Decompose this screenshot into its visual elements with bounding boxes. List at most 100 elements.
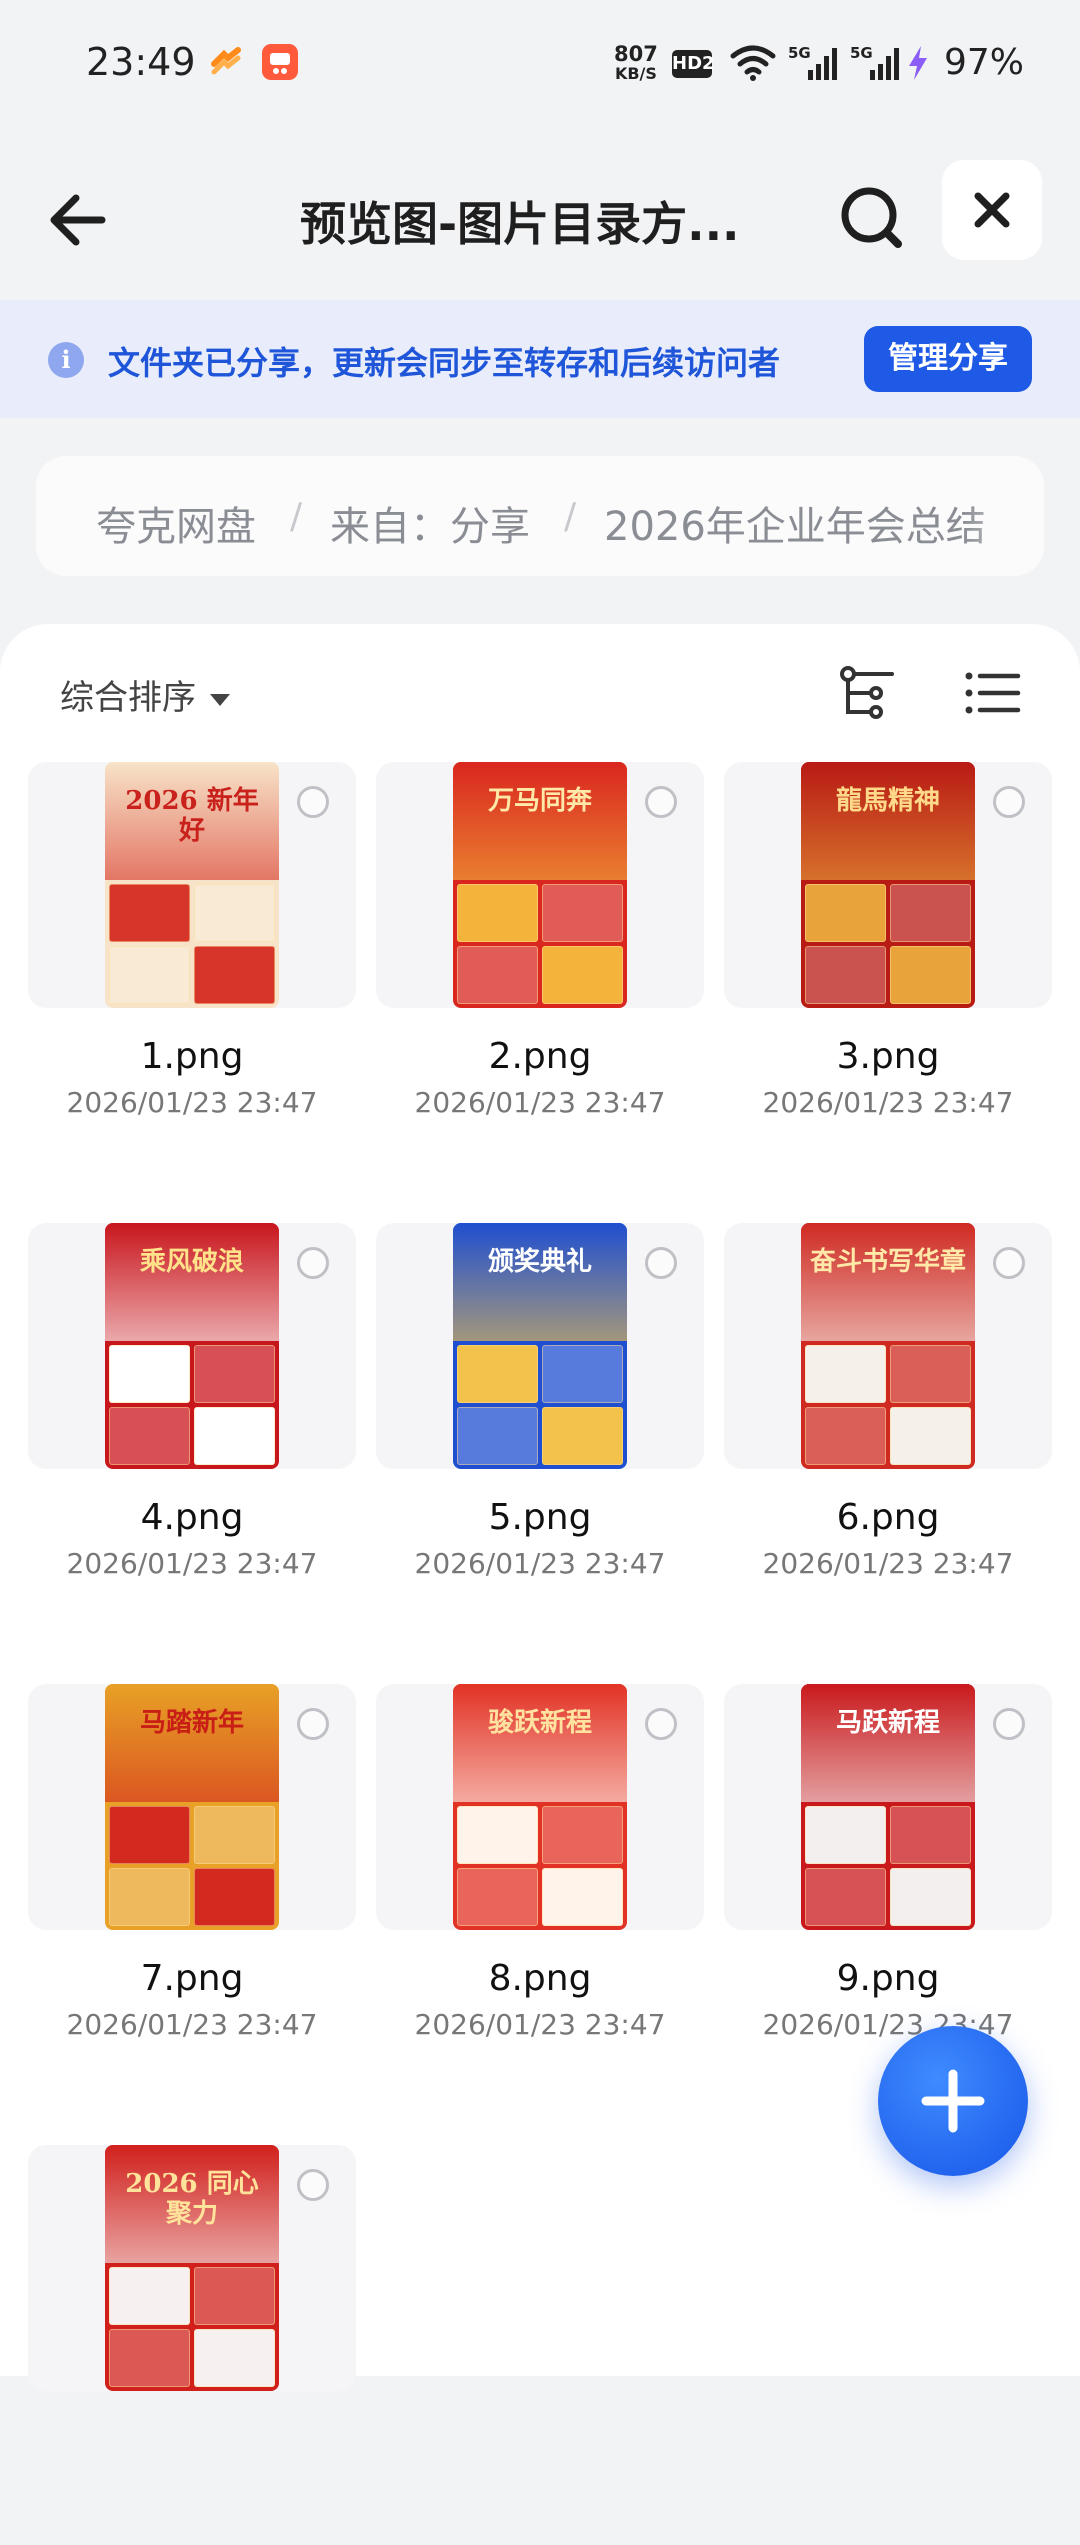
sort-dropdown[interactable]: 综合排序 <box>60 670 230 719</box>
file-thumbnail-box[interactable]: 骏跃新程 <box>376 1684 704 1930</box>
select-checkbox[interactable] <box>297 786 329 818</box>
file-thumbnail-box[interactable]: 2026 同心聚力 <box>28 2145 356 2391</box>
file-thumbnail-box[interactable]: 奋斗书写华章 <box>724 1223 1052 1469</box>
thumbnail-slide-row <box>453 1802 627 1864</box>
list-view-button[interactable] <box>960 660 1026 726</box>
thumbnail-slide <box>457 884 538 942</box>
file-item[interactable]: 马跃新程 9.png 2026/01/23 23:47 <box>724 1684 1052 2084</box>
thumbnail-slide-row <box>105 1864 279 1926</box>
breadcrumb-item-root[interactable]: 夸克网盘 <box>96 494 256 552</box>
file-item[interactable]: 骏跃新程 8.png 2026/01/23 23:47 <box>376 1684 704 2084</box>
close-button[interactable] <box>942 160 1042 260</box>
file-thumbnail: 马踏新年 <box>105 1684 279 1930</box>
thumbnail-slide <box>457 946 538 1004</box>
thumbnail-slide-row <box>105 1341 279 1403</box>
share-notice-text: 文件夹已分享，更新会同步至转存和后续访问者 <box>108 344 781 382</box>
thumbnail-slide <box>890 1407 971 1465</box>
file-name: 4.png <box>140 1497 244 1538</box>
thumbnail-slide-row <box>105 1403 279 1465</box>
thumbnail-slide <box>542 884 623 942</box>
thumbnail-slide-row <box>105 942 279 1004</box>
file-thumbnail: 乘风破浪 <box>105 1223 279 1469</box>
thumbnail-title: 2026 新年好 <box>125 786 259 846</box>
select-checkbox[interactable] <box>297 1247 329 1279</box>
file-thumbnail-box[interactable]: 万马同奔 <box>376 762 704 1008</box>
thumbnail-title: 龍馬精神 <box>835 786 940 816</box>
file-item[interactable]: 2026 同心聚力 <box>28 2145 356 2545</box>
thumbnail-slide <box>457 1345 538 1403</box>
file-thumbnail-box[interactable]: 马跃新程 <box>724 1684 1052 1930</box>
file-item[interactable]: 乘风破浪 4.png 2026/01/23 23:47 <box>28 1223 356 1623</box>
network-speed-value: 807 <box>614 42 658 66</box>
info-icon: i <box>48 342 84 378</box>
file-thumbnail-box[interactable]: 2026 新年好 <box>28 762 356 1008</box>
breadcrumb-fade <box>964 456 1044 576</box>
thumbnail-cover: 龍馬精神 <box>801 762 975 880</box>
thumbnail-slide <box>890 1806 971 1864</box>
search-button[interactable] <box>832 178 912 258</box>
file-item[interactable]: 颁奖典礼 5.png 2026/01/23 23:47 <box>376 1223 704 1623</box>
thumbnail-slide-row <box>105 2325 279 2387</box>
file-thumbnail: 万马同奔 <box>453 762 627 1008</box>
file-name: 7.png <box>140 1958 244 1999</box>
select-checkbox[interactable] <box>645 1247 677 1279</box>
file-thumbnail: 龍馬精神 <box>801 762 975 1008</box>
file-item[interactable]: 马踏新年 7.png 2026/01/23 23:47 <box>28 1684 356 2084</box>
tree-view-icon <box>840 666 894 719</box>
hd-badge: HD2 <box>672 50 715 78</box>
select-checkbox[interactable] <box>645 786 677 818</box>
file-thumbnail-box[interactable]: 马踏新年 <box>28 1684 356 1930</box>
plus-icon <box>921 2069 985 2133</box>
breadcrumb-separator: / <box>290 496 303 537</box>
file-thumbnail-box[interactable]: 龍馬精神 <box>724 762 1052 1008</box>
file-thumbnail: 2026 同心聚力 <box>105 2145 279 2391</box>
thumbnail-slide <box>890 946 971 1004</box>
select-checkbox[interactable] <box>993 1708 1025 1740</box>
manage-share-button[interactable]: 管理分享 <box>864 326 1032 392</box>
sort-label: 综合排序 <box>60 678 196 718</box>
app-notification-icon <box>211 47 241 75</box>
thumbnail-slide-row <box>453 1341 627 1403</box>
file-thumbnail: 骏跃新程 <box>453 1684 627 1930</box>
file-thumbnail-box[interactable]: 乘风破浪 <box>28 1223 356 1469</box>
thumbnail-slide <box>890 1868 971 1926</box>
thumbnail-title: 马跃新程 <box>835 1708 940 1738</box>
file-name: 8.png <box>488 1958 592 1999</box>
thumbnail-slide <box>109 1868 190 1926</box>
thumbnail-cover: 马踏新年 <box>105 1684 279 1802</box>
thumbnail-slide <box>542 1806 623 1864</box>
app-notification-icon-2 <box>262 44 298 80</box>
thumbnail-slide <box>805 946 886 1004</box>
file-item[interactable]: 奋斗书写华章 6.png 2026/01/23 23:47 <box>724 1223 1052 1623</box>
file-item[interactable]: 万马同奔 2.png 2026/01/23 23:47 <box>376 762 704 1162</box>
select-checkbox[interactable] <box>993 1247 1025 1279</box>
breadcrumb: 夸克网盘 / 来自：分享 / 2026年企业年会总结 <box>36 456 1044 576</box>
tree-view-button[interactable] <box>836 660 902 726</box>
add-button[interactable] <box>878 2026 1028 2176</box>
file-item[interactable]: 龍馬精神 3.png 2026/01/23 23:47 <box>724 762 1052 1162</box>
thumbnail-slide <box>109 1806 190 1864</box>
file-name: 2.png <box>488 1036 592 1077</box>
breadcrumb-item-share[interactable]: 来自：分享 <box>330 494 530 552</box>
file-item[interactable]: 2026 新年好 1.png 2026/01/23 23:47 <box>28 762 356 1162</box>
file-name: 3.png <box>836 1036 940 1077</box>
thumbnail-slide <box>457 1407 538 1465</box>
thumbnail-slide <box>194 946 275 1004</box>
share-notice-banner: i 文件夹已分享，更新会同步至转存和后续访问者 管理分享 <box>0 300 1080 418</box>
back-button[interactable] <box>40 180 120 260</box>
select-checkbox[interactable] <box>297 1708 329 1740</box>
breadcrumb-item-folder[interactable]: 2026年企业年会总结 <box>604 494 986 552</box>
charging-icon <box>909 46 927 80</box>
thumbnail-slide <box>109 884 190 942</box>
thumbnail-cover: 万马同奔 <box>453 762 627 880</box>
file-thumbnail-box[interactable]: 颁奖典礼 <box>376 1223 704 1469</box>
file-thumbnail: 2026 新年好 <box>105 762 279 1008</box>
select-checkbox[interactable] <box>993 786 1025 818</box>
select-checkbox[interactable] <box>297 2169 329 2201</box>
svg-text:5G: 5G <box>788 44 811 62</box>
select-checkbox[interactable] <box>645 1708 677 1740</box>
thumbnail-slide-row <box>453 942 627 1004</box>
wifi-icon <box>730 45 776 81</box>
arrow-left-icon <box>50 194 106 246</box>
thumbnail-slide-row <box>801 1403 975 1465</box>
